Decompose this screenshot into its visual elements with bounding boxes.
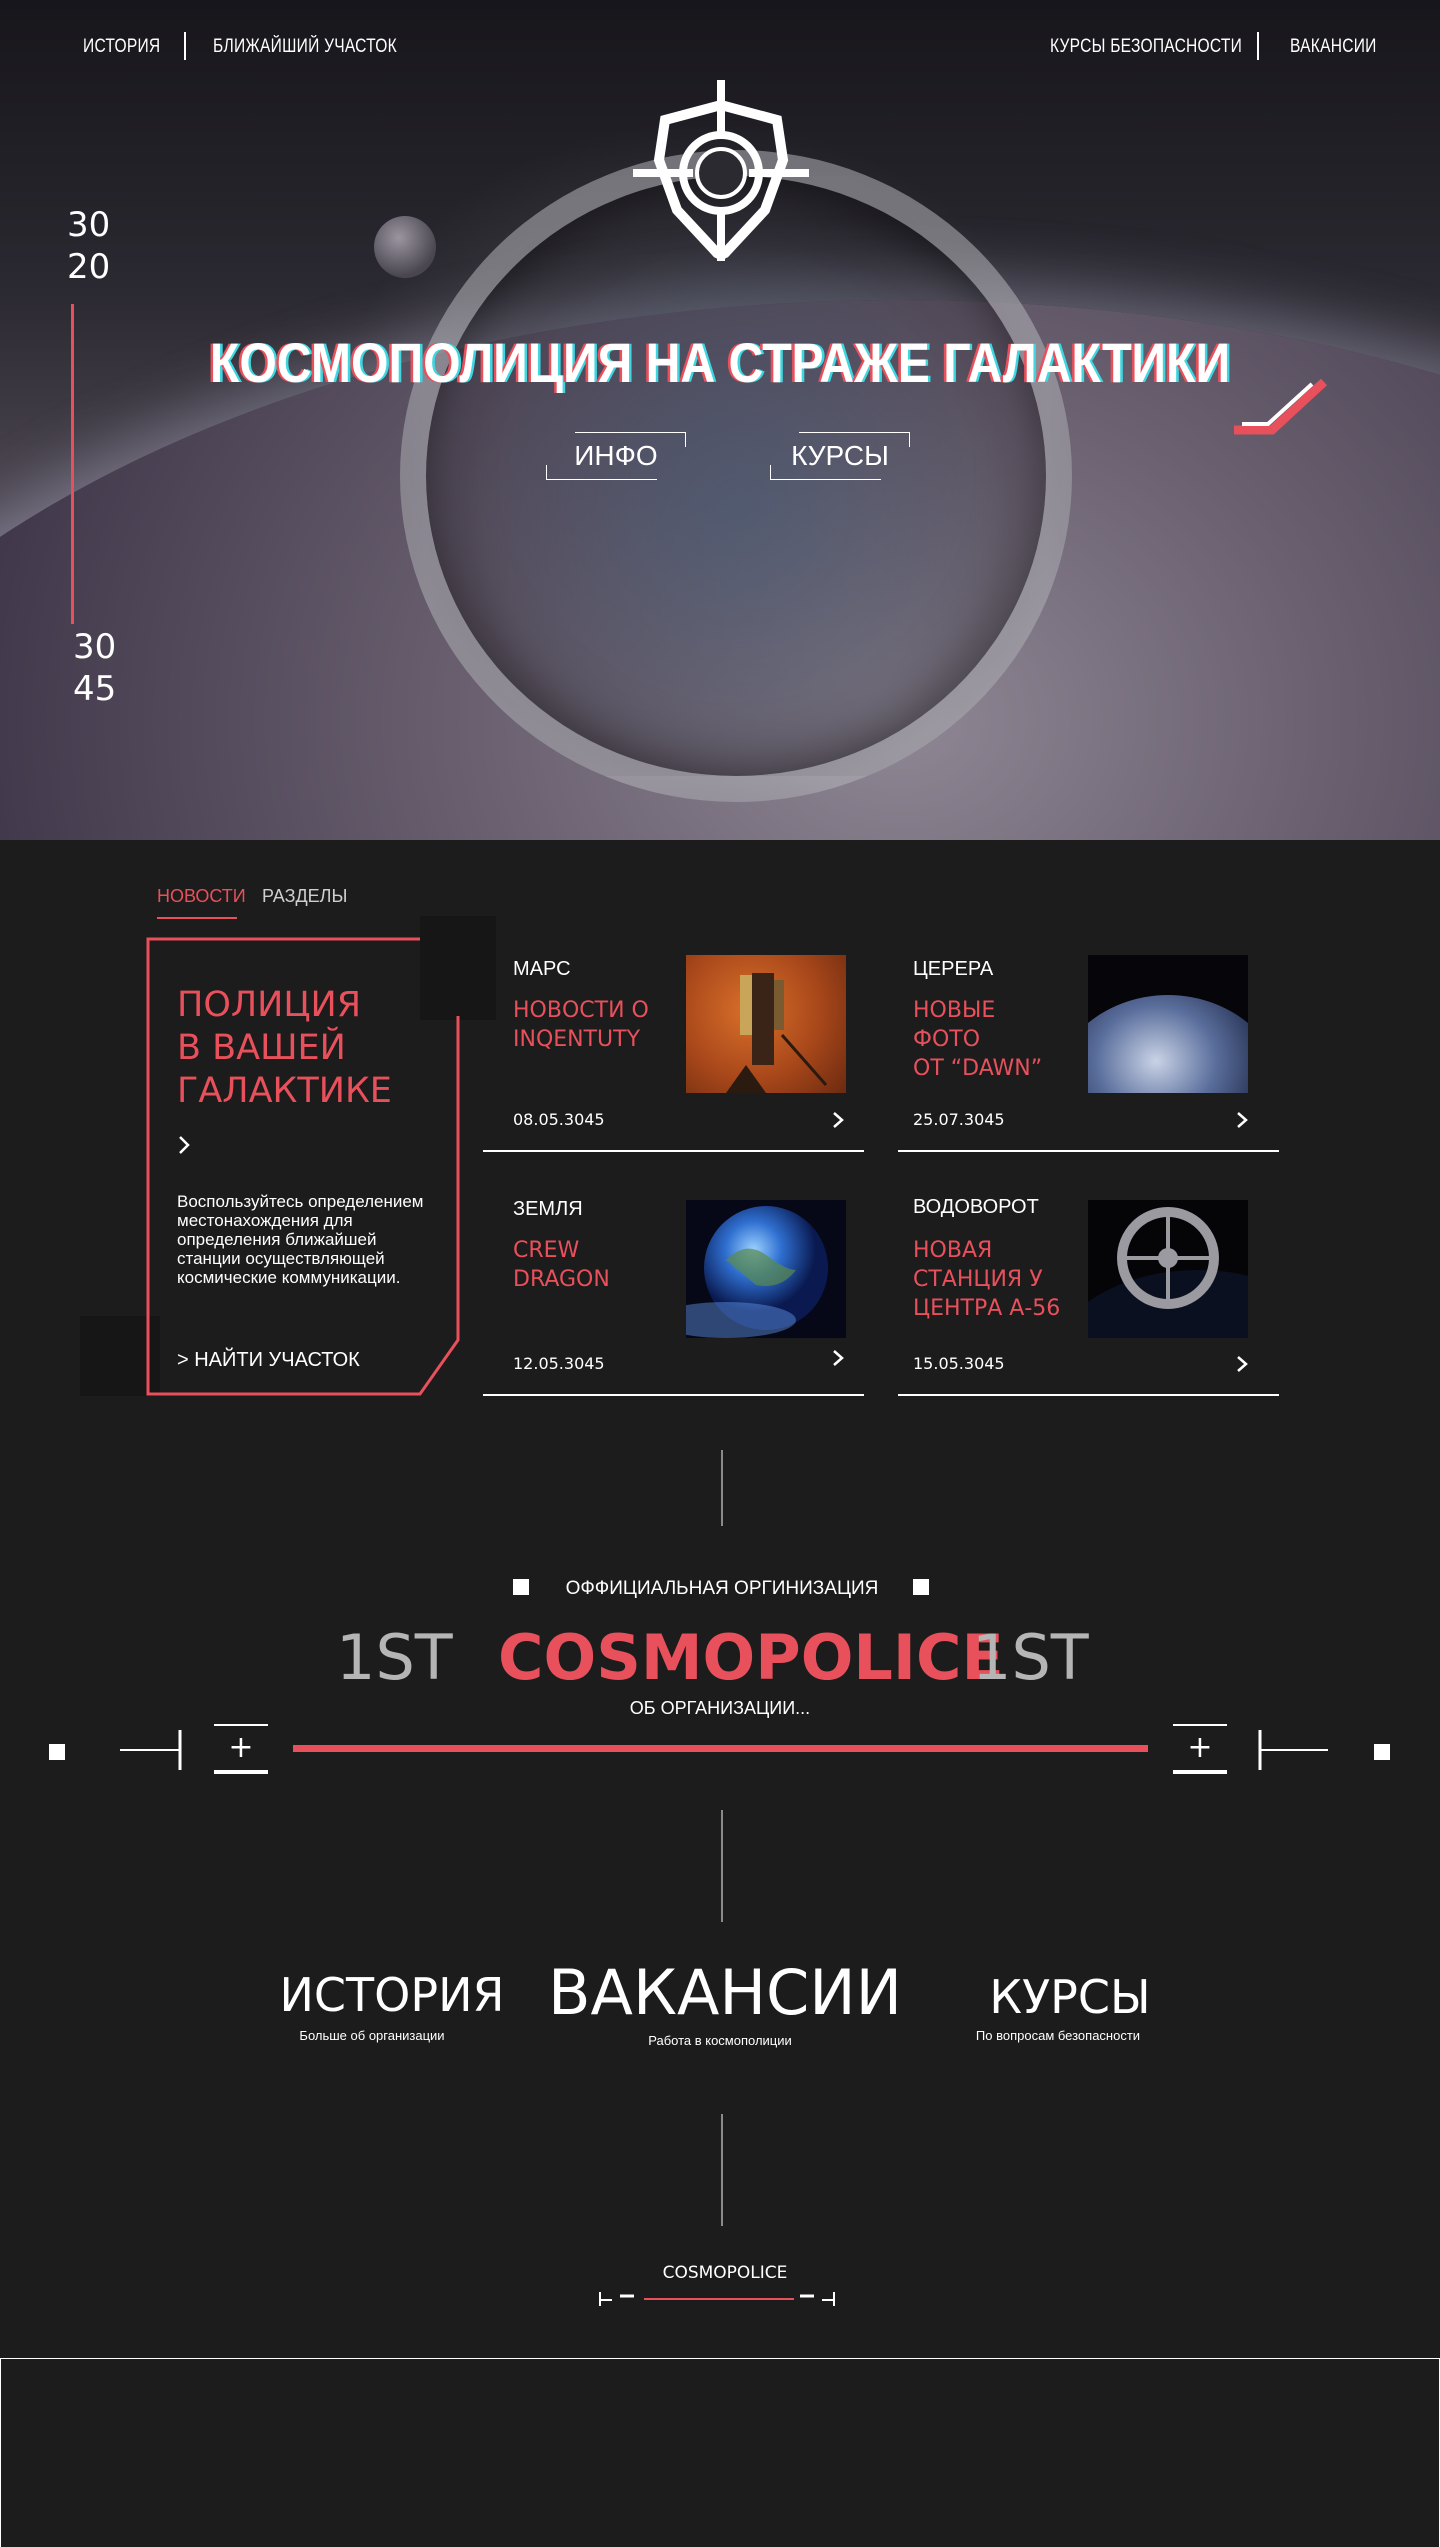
card-divider — [898, 1150, 1279, 1152]
hero-title: КОСМОПОЛИЦИЯ НА СТРАЖЕ ГАЛАКТИКИ — [209, 331, 1231, 394]
bracket-left-icon — [120, 1730, 182, 1770]
card-title-line: ЦЕНТРА А-56 — [913, 1296, 1061, 1321]
earth-image — [686, 1200, 846, 1338]
chevron-right-icon[interactable] — [828, 1348, 848, 1368]
nav-nearest-station-link[interactable]: БЛИЖАЙШИЙ УЧАСТОК — [213, 36, 397, 58]
year-top-1: 30 — [67, 205, 111, 245]
year-bottom-1: 30 — [73, 627, 117, 667]
about-org-link[interactable]: ОБ ОРГАНИЗАЦИИ... — [0, 1698, 1440, 1719]
history-link[interactable]: ИСТОРИЯ — [272, 1969, 512, 2021]
year-bottom-2: 45 — [73, 669, 117, 709]
card-title-line: ОТ “DAWN” — [913, 1056, 1043, 1081]
chevron-right-icon[interactable] — [177, 1134, 191, 1156]
card-date: 08.05.3045 — [513, 1110, 605, 1129]
year-top-2: 20 — [67, 247, 111, 287]
card-date: 15.05.3045 — [913, 1354, 1005, 1373]
vacancies-link-subtitle: Работа в космополиции — [648, 2033, 792, 2048]
footer-logo-text[interactable]: COSMOPOLICE — [620, 2263, 830, 2283]
card-category: ВОДОВОРОТ — [913, 1196, 1039, 1218]
card-title: CREW DRAGON — [513, 1236, 663, 1294]
courses-link-subtitle: По вопросам безопасности — [975, 2028, 1141, 2043]
square-decoration — [49, 1744, 65, 1760]
card-title: НОВАЯ СТАНЦИЯ У ЦЕНТРА А-56 — [913, 1236, 1063, 1323]
card-title-line: CREW — [513, 1238, 580, 1263]
promo-title-line: В ВАШЕЙ — [177, 1028, 346, 1068]
card-title-line: НОВАЯ — [913, 1238, 993, 1263]
card-category: МАРС — [513, 958, 571, 980]
promo-title: ПОЛИЦИЯ В ВАШЕЙ ГАЛАКТИКЕ — [177, 984, 437, 1113]
promo-title-line: ГАЛАКТИКЕ — [177, 1071, 392, 1111]
chevron-right-icon[interactable] — [1232, 1110, 1252, 1130]
promo-description: Воспользуйтесь определением местонахожде… — [177, 1192, 424, 1287]
card-title-line: НОВОСТИ О — [513, 998, 649, 1023]
hero-section: ИСТОРИЯ БЛИЖАЙШИЙ УЧАСТОК КУРСЫ БЕЗОПАСН… — [0, 0, 1440, 840]
card-title-line: DRAGON — [513, 1267, 610, 1292]
card-title-line: СТАНЦИЯ У — [913, 1267, 1043, 1292]
ceres-image — [1088, 955, 1248, 1093]
promo-title-line: ПОЛИЦИЯ — [177, 985, 362, 1025]
plus-icon: + — [228, 1730, 254, 1765]
card-title-line: НОВЫЕ ФОТО — [913, 998, 996, 1052]
card-title-line: INQENTUTY — [513, 1027, 641, 1052]
card-date: 25.07.3045 — [913, 1110, 1005, 1129]
info-button[interactable]: ИНФО — [546, 432, 686, 480]
nav-security-courses-link[interactable]: КУРСЫ БЕЗОПАСНОСТИ — [1050, 36, 1242, 58]
section-divider-line — [721, 1450, 723, 1526]
square-decoration — [913, 1579, 929, 1595]
moon-image — [374, 216, 436, 278]
card-date: 12.05.3045 — [513, 1354, 605, 1373]
card-category: ЦЕРЕРА — [913, 958, 994, 980]
org-right-word: 1ST — [972, 1621, 1089, 1694]
nav-vacancies-link[interactable]: ВАКАНСИИ — [1290, 36, 1377, 58]
find-station-link[interactable]: > НАЙТИ УЧАСТОК — [177, 1349, 360, 1372]
tab-news[interactable]: НОВОСТИ — [157, 886, 246, 907]
footer — [0, 2358, 1440, 2547]
check-decoration-icon — [1234, 378, 1328, 435]
org-left-word: 1ST — [336, 1621, 453, 1694]
card-category: ЗЕМЛЯ — [513, 1198, 583, 1220]
cosmopolice-shield-logo-icon[interactable] — [625, 75, 817, 265]
courses-link[interactable]: КУРСЫ — [970, 1971, 1170, 2023]
chevron-right-icon[interactable] — [828, 1110, 848, 1130]
chevron-right-icon[interactable] — [1232, 1354, 1252, 1374]
section-divider-line — [721, 1810, 723, 1922]
nav-separator — [1257, 32, 1259, 60]
square-decoration — [1374, 1744, 1390, 1760]
history-link-subtitle: Больше об организации — [299, 2028, 445, 2043]
tab-sections[interactable]: РАЗДЕЛЫ — [262, 886, 347, 907]
card-divider — [483, 1394, 864, 1396]
courses-button[interactable]: КУРСЫ — [770, 432, 910, 480]
space-station-image — [1088, 1200, 1248, 1338]
footer-logo-line — [599, 2292, 835, 2306]
nav-separator — [184, 32, 186, 60]
section-divider-line — [721, 2114, 723, 2226]
card-title: НОВОСТИ О INQENTUTY — [513, 996, 663, 1054]
expand-left-button[interactable]: + — [214, 1724, 268, 1774]
mars-rover-image — [686, 955, 846, 1093]
timeline-line — [71, 304, 74, 624]
vacancies-link[interactable]: ВАКАНСИИ — [548, 1958, 902, 2028]
plus-icon: + — [1187, 1730, 1213, 1765]
org-label: ОФФИЦИАЛЬНАЯ ОРГИНИЗАЦИЯ — [565, 1578, 879, 1599]
bracket-right-icon — [1258, 1730, 1328, 1770]
nav-history-link[interactable]: ИСТОРИЯ — [83, 36, 160, 58]
org-main-word: COSMOPOLICE — [498, 1621, 1004, 1694]
org-red-bar — [293, 1745, 1148, 1752]
card-title: НОВЫЕ ФОТО ОТ “DAWN” — [913, 996, 1063, 1083]
card-divider — [898, 1394, 1279, 1396]
expand-right-button[interactable]: + — [1173, 1724, 1227, 1774]
card-divider — [483, 1150, 864, 1152]
